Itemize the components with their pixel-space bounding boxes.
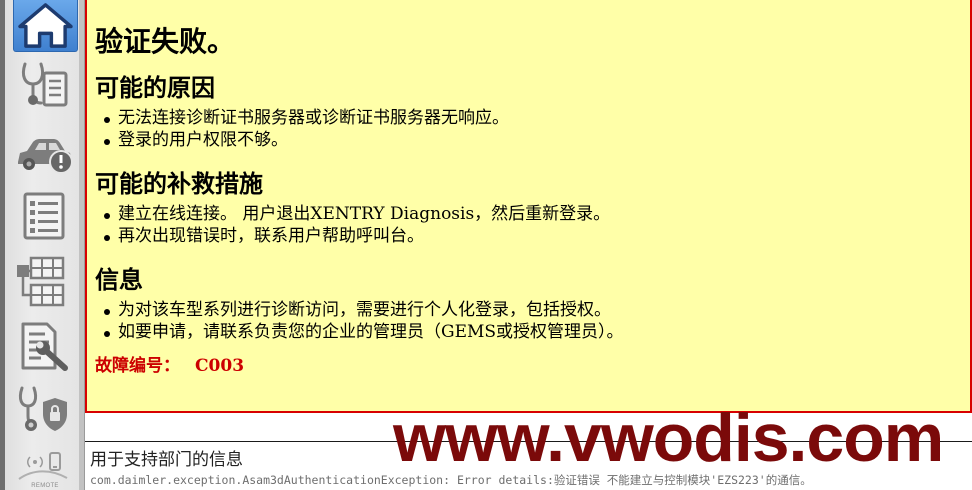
car-warning-icon — [18, 139, 73, 174]
list-item: 登录的用户权限不够。 — [104, 129, 970, 151]
remote-icon — [18, 452, 68, 480]
remote-label: REMOTE — [31, 483, 59, 489]
section-heading: 可能的补救措施 — [95, 169, 263, 198]
bullet-list: 为对该车型系列进行诊断访问，需要进行个人化登录，包括授权。 如要申请，请联系负责… — [95, 299, 970, 343]
support-info-details: com.daimler.exception.Asam3dAuthenticati… — [90, 473, 812, 487]
sidebar-remote-button[interactable] — [13, 450, 77, 482]
error-code-label: 故障编号： — [95, 356, 180, 376]
list-item: 再次出现错误时，联系用户帮助呼叫台。 — [104, 225, 970, 247]
list-item: 无法连接诊断证书服务器或诊断证书服务器无响应。 — [104, 107, 970, 129]
document-wrench-icon — [21, 322, 68, 371]
sidebar-list-button[interactable] — [13, 192, 77, 240]
support-divider — [85, 441, 972, 442]
sidebar-edge — [0, 0, 5, 490]
list-item: 建立在线连接。 用户退出XENTRY Diagnosis，然后重新登录。 — [104, 203, 970, 225]
section-causes: 可能的原因 无法连接诊断证书服务器或诊断证书服务器无响应。 登录的用户权限不够。 — [95, 75, 970, 151]
section-info: 信息 为对该车型系列进行诊断访问，需要进行个人化登录，包括授权。 如要申请，请联… — [95, 267, 970, 343]
bullet-list: 无法连接诊断证书服务器或诊断证书服务器无响应。 登录的用户权限不够。 — [95, 107, 970, 151]
sidebar-tree-button[interactable] — [13, 255, 77, 307]
list-item: 为对该车型系列进行诊断访问，需要进行个人化登录，包括授权。 — [104, 299, 970, 321]
watermark-text: www.vwodis.com — [393, 400, 944, 476]
error-title: 验证失败。 — [95, 25, 236, 58]
sidebar-repair-button[interactable] — [13, 320, 77, 372]
stethoscope-shield-icon — [18, 386, 67, 431]
list-item: 如要申请，请联系负责您的企业的管理员（GEMS或授权管理员）。 — [104, 321, 970, 343]
error-panel: 验证失败。 可能的原因 无法连接诊断证书服务器或诊断证书服务器无响应。 登录的用… — [85, 0, 972, 413]
list-document-icon — [23, 192, 65, 240]
section-heading: 信息 — [95, 265, 143, 294]
sidebar-diagnosis-button[interactable] — [13, 60, 77, 110]
support-info-heading: 用于支持部门的信息 — [90, 450, 243, 470]
stethoscope-list-icon — [21, 62, 68, 107]
tree-diagram-icon — [17, 256, 65, 307]
error-code: C003 — [195, 356, 245, 376]
sidebar-home-button[interactable] — [13, 0, 78, 52]
home-icon — [18, 3, 73, 48]
section-remedies: 可能的补救措施 建立在线连接。 用户退出XENTRY Diagnosis，然后重… — [95, 171, 970, 247]
error-code-row: 故障编号： C003 — [95, 355, 970, 377]
sidebar-security-button[interactable] — [13, 386, 77, 434]
section-heading: 可能的原因 — [95, 73, 215, 102]
bullet-list: 建立在线连接。 用户退出XENTRY Diagnosis，然后重新登录。 再次出… — [95, 203, 970, 247]
sidebar-vehicle-button[interactable] — [13, 128, 77, 176]
